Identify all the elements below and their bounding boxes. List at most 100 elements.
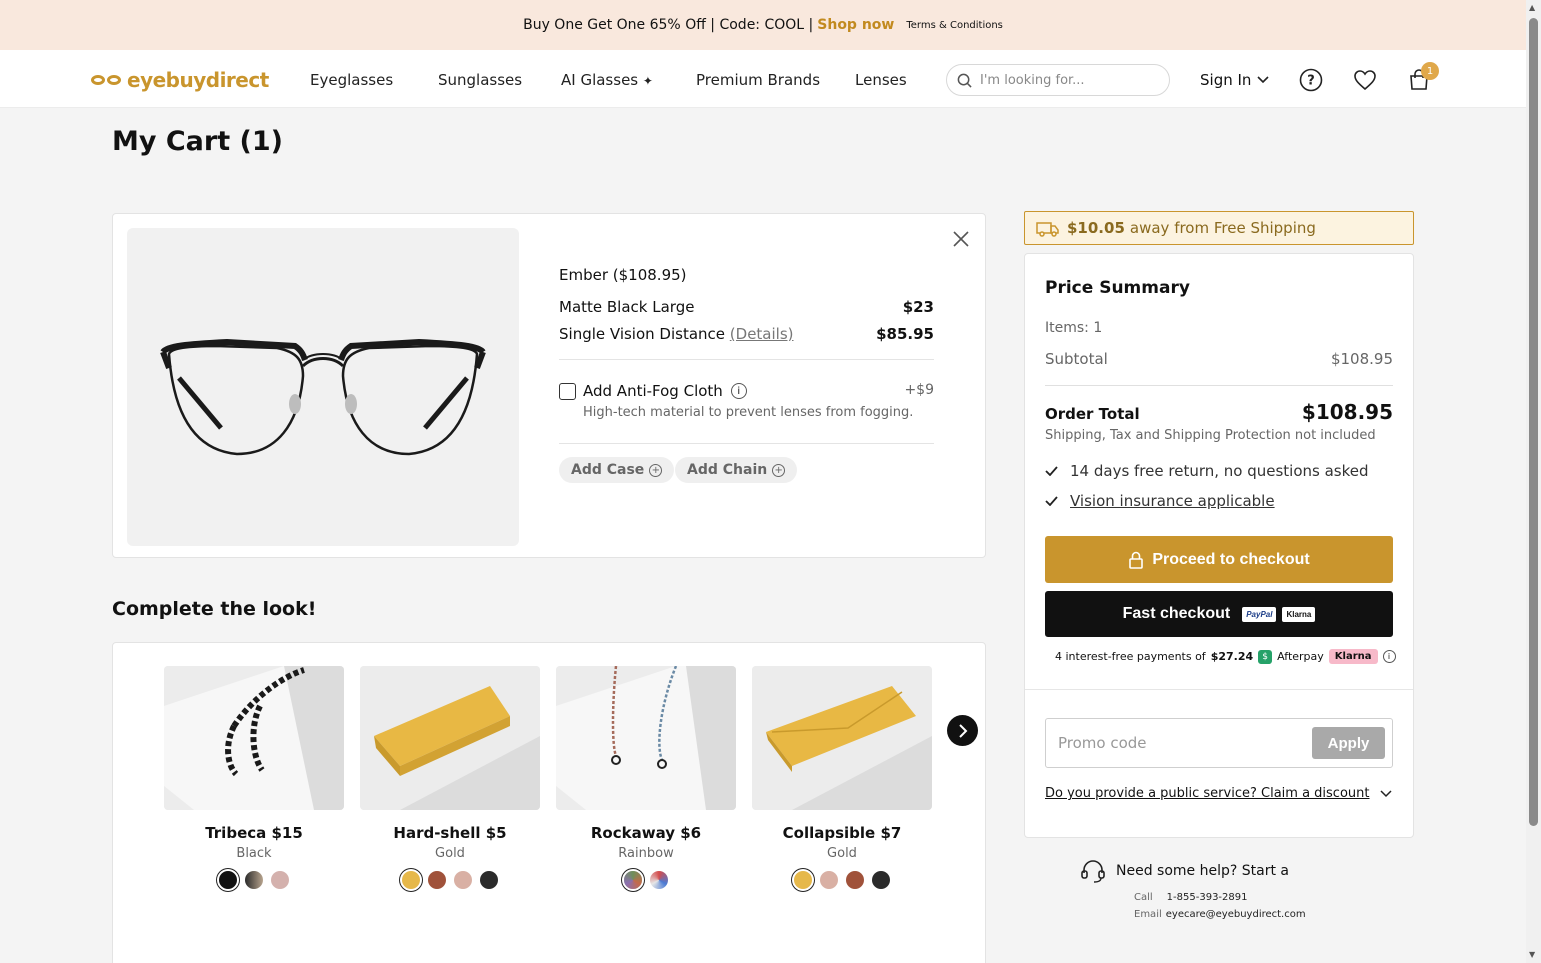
swatch-black[interactable] [480, 871, 498, 889]
collapsible-case-image[interactable] [752, 666, 932, 810]
divider [559, 443, 934, 444]
accessory-card[interactable]: Rockaway $6 Rainbow [556, 666, 736, 889]
summary-title: Price Summary [1045, 278, 1190, 298]
site-header: eyebuydirect Eyeglasses Sunglasses AI Gl… [0, 50, 1526, 108]
swatch-black[interactable] [219, 871, 237, 889]
rockaway-chain-image[interactable] [556, 666, 736, 810]
page-title: My Cart (1) [112, 126, 283, 157]
cart-item-card: Ember ($108.95) Matte Black Large $23 Si… [112, 213, 986, 558]
phone-number[interactable]: 1-855-393-2891 [1167, 892, 1248, 903]
lens-label: Single Vision Distance [559, 325, 726, 343]
swatch-gold[interactable] [402, 871, 420, 889]
swatch-rainbow[interactable] [650, 871, 668, 889]
search-box[interactable] [946, 64, 1170, 96]
shipping-remaining-amount: $10.05 [1067, 219, 1125, 237]
nav-lenses[interactable]: Lenses [855, 71, 907, 89]
terms-link[interactable]: Terms & Conditions [906, 20, 1003, 31]
nav-premium-brands[interactable]: Premium Brands [696, 71, 820, 89]
frame-line: Matte Black Large $23 [559, 298, 934, 316]
swatch-brown[interactable] [846, 871, 864, 889]
klarna-badge: Klarna [1328, 649, 1378, 664]
scroll-up-arrow-icon[interactable]: ▲ [1529, 3, 1535, 12]
search-icon [957, 73, 972, 88]
logo[interactable]: eyebuydirect [91, 68, 269, 92]
info-icon[interactable]: i [730, 383, 747, 399]
delivery-truck-icon [1036, 222, 1059, 237]
help-call-row: Call 1-855-393-2891 [1134, 892, 1306, 903]
call-label: Call [1134, 892, 1153, 903]
search-input[interactable] [980, 72, 1160, 88]
swatch-black[interactable] [872, 871, 890, 889]
swatch-pink[interactable] [454, 871, 472, 889]
order-total-label: Order Total [1045, 405, 1140, 423]
accessory-card[interactable]: Tribeca $15 Black [164, 666, 344, 889]
swatch-pink[interactable] [271, 871, 289, 889]
help-email-row: Email eyecare@eyebuydirect.com [1134, 909, 1306, 920]
chevron-down-icon [1379, 789, 1392, 797]
nav-sunglasses[interactable]: Sunglasses [438, 71, 522, 89]
antifog-addon: Add Anti-Fog Cloth i +$9 High-tech mater… [559, 382, 934, 420]
add-case-button[interactable]: Add Case + [559, 457, 675, 483]
subtotal-value: $108.95 [1330, 350, 1393, 368]
divider [1025, 689, 1413, 690]
plus-circle-icon: + [772, 463, 786, 477]
add-chain-button[interactable]: Add Chain + [675, 457, 798, 483]
heart-icon[interactable] [1353, 68, 1377, 92]
proceed-to-checkout-button[interactable]: Proceed to checkout [1045, 536, 1393, 583]
scrollbar-thumb[interactable] [1529, 18, 1538, 826]
headset-icon [1081, 860, 1105, 883]
promo-code-input[interactable] [1058, 734, 1298, 752]
plus-circle-icon: + [649, 463, 663, 477]
swatch-tortoise[interactable] [245, 871, 263, 889]
promo-text: Buy One Get One 65% Off | Code: COOL | [523, 17, 814, 33]
swatch-multicolor[interactable] [624, 871, 642, 889]
accessory-color: Gold [827, 846, 857, 861]
lens-line: Single Vision Distance (Details) $85.95 [559, 325, 934, 343]
accessory-name[interactable]: Tribeca $15 [164, 824, 344, 842]
cart-count-badge: 1 [1421, 62, 1439, 80]
hard-shell-case-image[interactable] [360, 666, 540, 810]
add-case-label: Add Case [571, 462, 645, 478]
promo-code-field: Apply [1045, 718, 1393, 768]
nav-ai-glasses[interactable]: AI Glasses ✦ [561, 71, 653, 89]
help-section: Need some help? Start a Call 1-855-393-28… [1080, 858, 1306, 920]
checkmark-icon [1045, 496, 1058, 506]
shop-now-link[interactable]: Shop now [817, 17, 894, 33]
swatch-pink[interactable] [820, 871, 838, 889]
color-swatches [752, 871, 932, 889]
sign-in-menu[interactable]: Sign In [1200, 71, 1269, 89]
accessory-name[interactable]: Rockaway $6 [556, 824, 736, 842]
carousel-next-button[interactable] [947, 715, 978, 746]
antifog-description: High-tech material to prevent lenses fro… [583, 405, 914, 420]
vision-insurance-link[interactable]: Vision insurance applicable [1070, 492, 1275, 510]
lens-details-link[interactable]: (Details) [730, 325, 794, 343]
nav-eyeglasses[interactable]: Eyeglasses [310, 71, 393, 89]
installments-text: 4 interest-free payments of [1055, 650, 1206, 663]
help-icon[interactable]: ? [1299, 68, 1323, 92]
email-address[interactable]: eyecare@eyebuydirect.com [1166, 909, 1306, 920]
accessory-card[interactable]: Collapsible $7 Gold [752, 666, 932, 889]
info-icon[interactable]: i [1382, 650, 1396, 663]
afterpay-label: Afterpay [1277, 650, 1324, 663]
checkmark-icon [1045, 466, 1058, 476]
fast-checkout-button[interactable]: Fast checkout PayPal Klarna [1045, 591, 1393, 637]
tribeca-chain-image[interactable] [164, 666, 344, 810]
claim-discount-link[interactable]: Do you provide a public service? Claim a… [1045, 786, 1392, 801]
antifog-checkbox[interactable] [559, 382, 576, 400]
help-title[interactable]: Need some help? Start a [1116, 863, 1289, 879]
page-scrollbar[interactable]: ▲ ▼ [1526, 0, 1541, 963]
scroll-down-arrow-icon[interactable]: ▼ [1529, 950, 1535, 959]
accessory-card[interactable]: Hard-shell $5 Gold [360, 666, 540, 889]
apply-promo-button[interactable]: Apply [1312, 727, 1385, 759]
swatch-gold[interactable] [794, 871, 812, 889]
checkout-label: Proceed to checkout [1152, 550, 1310, 568]
antifog-label[interactable]: Add Anti-Fog Cloth [583, 382, 723, 400]
accessory-name[interactable]: Hard-shell $5 [360, 824, 540, 842]
product-image[interactable] [127, 228, 519, 546]
klarna-logo: Klarna [1282, 606, 1316, 622]
swatch-brown[interactable] [428, 871, 446, 889]
frame-label: Matte Black Large [559, 298, 695, 316]
accessory-name[interactable]: Collapsible $7 [752, 824, 932, 842]
remove-item-close-icon[interactable] [953, 231, 969, 247]
chevron-right-icon [958, 723, 967, 738]
